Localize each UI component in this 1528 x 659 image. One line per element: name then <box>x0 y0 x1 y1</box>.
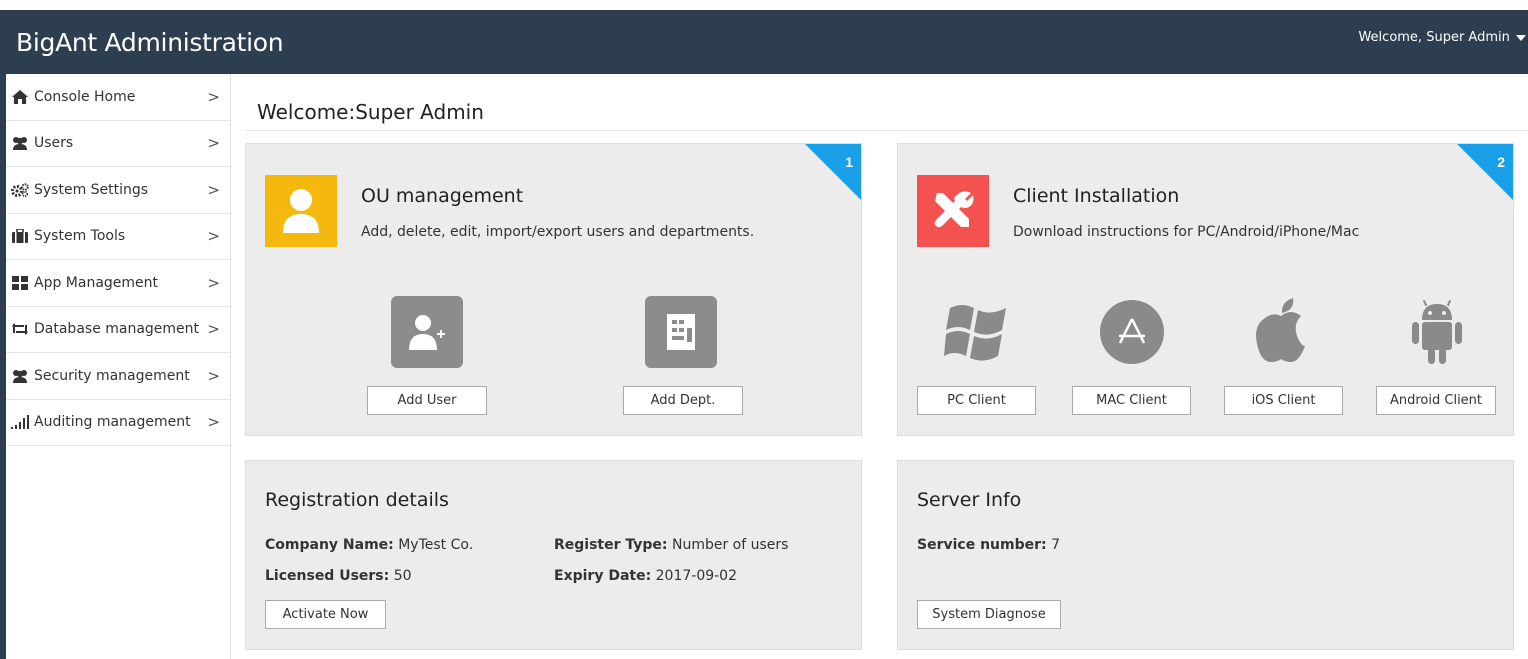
building-icon[interactable] <box>645 296 717 368</box>
title-divider <box>245 130 1528 131</box>
sidebar-item-users[interactable]: Users > <box>6 121 230 167</box>
field-label: Company Name: <box>265 537 394 553</box>
field-label: Service number: <box>917 537 1047 553</box>
card-title: Client Installation <box>1013 185 1180 207</box>
card-description: Add, delete, edit, import/export users a… <box>361 224 755 240</box>
sidebar-item-label: Console Home <box>34 88 136 105</box>
field-value: MyTest Co. <box>393 537 474 553</box>
card-description: Download instructions for PC/Android/iPh… <box>1013 224 1360 240</box>
android-client-button[interactable]: Android Client <box>1376 386 1496 415</box>
windows-icon[interactable] <box>944 300 1010 364</box>
sidebar-item-label: Auditing management <box>34 414 191 431</box>
register-type: Register Type: Number of users <box>554 537 788 553</box>
add-user-button[interactable]: Add User <box>367 386 487 415</box>
signal-bars-icon <box>10 414 30 430</box>
users-icon <box>10 135 30 151</box>
ou-management-card: 1 OU management Add, delete, edit, impor… <box>245 143 862 436</box>
sidebar-item-console-home[interactable]: Console Home > <box>6 74 230 121</box>
exchange-icon <box>10 321 30 337</box>
client-installation-card: 2 Client Installation Download instructi… <box>897 143 1514 436</box>
chevron-right-icon: > <box>207 87 220 106</box>
briefcase-icon <box>10 228 30 244</box>
licensed-users: Licensed Users: 50 <box>265 568 412 584</box>
home-icon <box>10 89 30 105</box>
android-icon[interactable] <box>1410 299 1464 364</box>
main-content: Welcome:Super Admin 1 OU management Add,… <box>245 74 1528 659</box>
chevron-right-icon: > <box>207 366 220 385</box>
grid-icon <box>10 275 30 291</box>
sidebar-item-system-settings[interactable]: System Settings > <box>6 167 230 214</box>
add-user-icon[interactable] <box>391 296 463 368</box>
pc-client-button[interactable]: PC Client <box>917 386 1036 415</box>
ios-client-button[interactable]: iOS Client <box>1224 386 1343 415</box>
sidebar-item-label: System Settings <box>34 181 149 198</box>
field-value: Number of users <box>667 537 789 553</box>
field-value: 50 <box>389 568 412 584</box>
service-number: Service number: 7 <box>917 537 1060 553</box>
apple-icon[interactable] <box>1255 298 1307 364</box>
sidebar-item-label: App Management <box>34 274 159 291</box>
card-title: OU management <box>361 185 524 207</box>
chevron-right-icon: > <box>207 413 220 432</box>
page-title: Welcome:Super Admin <box>257 100 484 124</box>
welcome-text: Welcome, Super Admin <box>1358 30 1510 45</box>
system-diagnose-button[interactable]: System Diagnose <box>917 600 1061 629</box>
top-bar: BigAnt Administration Welcome, Super Adm… <box>0 0 1528 74</box>
chevron-right-icon: > <box>207 134 220 153</box>
sidebar-item-label: Security management <box>34 367 190 384</box>
app-store-icon[interactable] <box>1100 300 1164 364</box>
field-value: 7 <box>1046 537 1060 553</box>
field-value: 2017-09-02 <box>651 568 737 584</box>
chevron-right-icon: > <box>207 320 220 339</box>
field-label: Register Type: <box>554 537 668 553</box>
card-badge-number: 1 <box>845 154 853 170</box>
sidebar-item-label: Users <box>34 135 74 152</box>
card-title: Registration details <box>265 489 449 511</box>
badge-corner <box>1457 144 1513 200</box>
sidebar-item-auditing-management[interactable]: Auditing management > <box>6 400 230 446</box>
mac-client-button[interactable]: MAC Client <box>1072 386 1191 415</box>
sidebar-item-security-management[interactable]: Security management > <box>6 353 230 400</box>
activate-now-button[interactable]: Activate Now <box>265 600 386 629</box>
sidebar-item-label: Database management <box>34 321 200 338</box>
gears-icon <box>10 182 30 198</box>
card-badge-number: 2 <box>1497 154 1505 170</box>
user-menu[interactable]: Welcome, Super Admin <box>1358 30 1526 45</box>
card-title: Server Info <box>917 489 1022 511</box>
company-name: Company Name: MyTest Co. <box>265 537 473 553</box>
chevron-right-icon: > <box>207 227 220 246</box>
sidebar-item-database-management[interactable]: Database management > <box>6 307 230 353</box>
user-icon <box>265 175 337 247</box>
add-dept-button[interactable]: Add Dept. <box>623 386 743 415</box>
field-label: Expiry Date: <box>554 568 652 584</box>
registration-details-card: Registration details Company Name: MyTes… <box>245 460 862 650</box>
server-info-card: Server Info Service number: 7 System Dia… <box>897 460 1514 650</box>
field-label: Licensed Users: <box>265 568 390 584</box>
caret-down-icon <box>1516 34 1526 41</box>
sidebar-item-label: System Tools <box>34 228 126 245</box>
sidebar-item-system-tools[interactable]: System Tools > <box>6 214 230 260</box>
expiry-date: Expiry Date: 2017-09-02 <box>554 568 737 584</box>
sidebar-item-app-management[interactable]: App Management > <box>6 260 230 307</box>
app-title: BigAnt Administration <box>16 28 284 57</box>
chevron-right-icon: > <box>207 273 220 292</box>
sidebar: Console Home > Users > System Settings >… <box>0 74 231 659</box>
tools-icon <box>917 175 989 247</box>
users-icon <box>10 368 30 384</box>
chevron-right-icon: > <box>207 180 220 199</box>
badge-corner <box>805 144 861 200</box>
